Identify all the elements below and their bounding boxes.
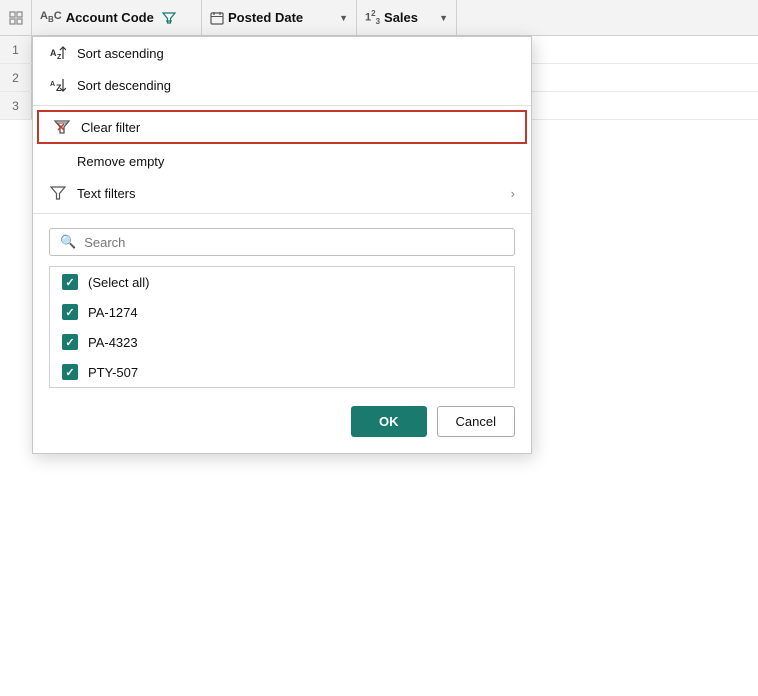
- search-input[interactable]: [84, 235, 504, 250]
- checkbox-label-pty-507: PTY-507: [88, 365, 138, 380]
- posted-date-dropdown-icon[interactable]: ▼: [339, 13, 348, 23]
- remove-empty-item[interactable]: Remove empty: [33, 146, 531, 177]
- row-num-1: 1: [0, 36, 32, 63]
- checkbox-list: (Select all) PA-1274 PA-4323 PTY-507: [49, 266, 515, 388]
- svg-text:Z: Z: [56, 83, 62, 93]
- sort-descending-item[interactable]: A Z Sort descending: [33, 69, 531, 101]
- checkbox-label-pa-4323: PA-4323: [88, 335, 138, 350]
- sales-num-icon: 123: [365, 9, 380, 26]
- row-num-3: 3: [0, 92, 32, 119]
- svg-text:A: A: [50, 81, 55, 88]
- search-icon: 🔍: [60, 234, 76, 250]
- col-header-posted-date[interactable]: Posted Date ▼: [202, 0, 357, 35]
- sales-dropdown-icon[interactable]: ▼: [439, 13, 448, 23]
- posted-date-label: Posted Date: [228, 10, 303, 25]
- sort-desc-icon: A Z: [49, 77, 67, 93]
- col-header-sales[interactable]: 123 Sales ▼: [357, 0, 457, 35]
- svg-text:A: A: [50, 48, 57, 58]
- menu-divider-2: [33, 213, 531, 214]
- checkbox-checked-icon: [62, 304, 78, 320]
- checkbox-select-all[interactable]: (Select all): [50, 267, 514, 297]
- sort-ascending-label: Sort ascending: [77, 46, 164, 61]
- ok-button[interactable]: OK: [351, 406, 427, 437]
- checkbox-checked-icon: [62, 334, 78, 350]
- cancel-button[interactable]: Cancel: [437, 406, 515, 437]
- svg-text:Z: Z: [57, 54, 62, 61]
- sort-asc-icon: A Z: [49, 45, 67, 61]
- text-filters-arrow-icon: ›: [511, 186, 515, 201]
- search-box: 🔍: [49, 228, 515, 256]
- text-filters-label: Text filters: [77, 186, 136, 201]
- col-header-account-code[interactable]: ABC Account Code: [32, 0, 202, 35]
- sort-descending-label: Sort descending: [77, 78, 171, 93]
- corner-cell: [0, 0, 32, 35]
- checkbox-label-select-all: (Select all): [88, 275, 149, 290]
- clear-filter-label: Clear filter: [81, 120, 140, 135]
- filter-icon: [162, 11, 176, 25]
- spreadsheet: ABC Account Code Posted Date ▼ 123 Sales…: [0, 0, 758, 696]
- checkbox-pty-507[interactable]: PTY-507: [50, 357, 514, 387]
- search-area: 🔍: [33, 218, 531, 262]
- checkbox-pa-4323[interactable]: PA-4323: [50, 327, 514, 357]
- filter-dropdown-panel: A Z Sort ascending A Z Sort descending: [32, 36, 532, 454]
- checkbox-label-pa-1274: PA-1274: [88, 305, 138, 320]
- panel-footer: OK Cancel: [33, 392, 531, 441]
- calendar-icon: [210, 11, 224, 25]
- sales-label: Sales: [384, 10, 418, 25]
- checkbox-pa-1274[interactable]: PA-1274: [50, 297, 514, 327]
- abc-icon: ABC: [40, 10, 62, 24]
- text-filters-icon: [49, 185, 67, 201]
- checkbox-checked-icon: [62, 274, 78, 290]
- checkbox-checked-icon: [62, 364, 78, 380]
- clear-filter-icon: [53, 118, 71, 136]
- remove-empty-label: Remove empty: [77, 154, 164, 169]
- row-num-2: 2: [0, 64, 32, 91]
- menu-divider-1: [33, 105, 531, 106]
- account-code-label: Account Code: [66, 10, 154, 25]
- sheet-header: ABC Account Code Posted Date ▼ 123 Sales…: [0, 0, 758, 36]
- sort-ascending-item[interactable]: A Z Sort ascending: [33, 37, 531, 69]
- text-filters-item[interactable]: Text filters ›: [33, 177, 531, 209]
- clear-filter-item[interactable]: Clear filter: [37, 110, 527, 144]
